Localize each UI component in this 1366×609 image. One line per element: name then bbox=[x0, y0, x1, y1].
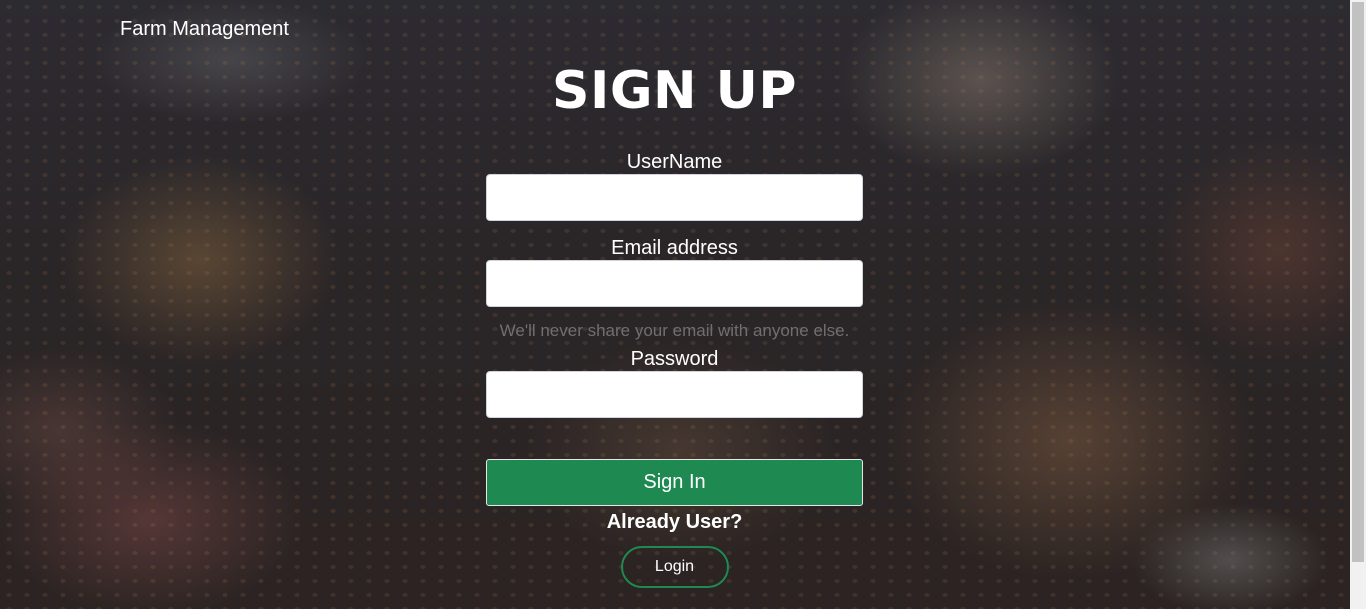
login-button-row: Login bbox=[486, 546, 863, 588]
brand-title[interactable]: Farm Management bbox=[120, 18, 289, 41]
signup-form: SIGN UP UserName Email address We'll nev… bbox=[486, 56, 863, 588]
username-input[interactable] bbox=[486, 174, 863, 221]
scrollbar-thumb[interactable] bbox=[1352, 2, 1364, 562]
email-help-text: We'll never share your email with anyone… bbox=[499, 321, 850, 340]
already-user-text: Already User? bbox=[606, 511, 743, 533]
sign-in-button[interactable]: Sign In bbox=[486, 459, 863, 506]
page-title: SIGN UP bbox=[552, 61, 797, 121]
vertical-scrollbar[interactable] bbox=[1350, 0, 1366, 609]
login-button[interactable]: Login bbox=[620, 546, 729, 588]
password-label: Password bbox=[630, 348, 719, 370]
email-label: Email address bbox=[611, 237, 738, 259]
email-input[interactable] bbox=[486, 260, 863, 307]
username-label: UserName bbox=[626, 151, 723, 173]
password-input[interactable] bbox=[486, 371, 863, 418]
